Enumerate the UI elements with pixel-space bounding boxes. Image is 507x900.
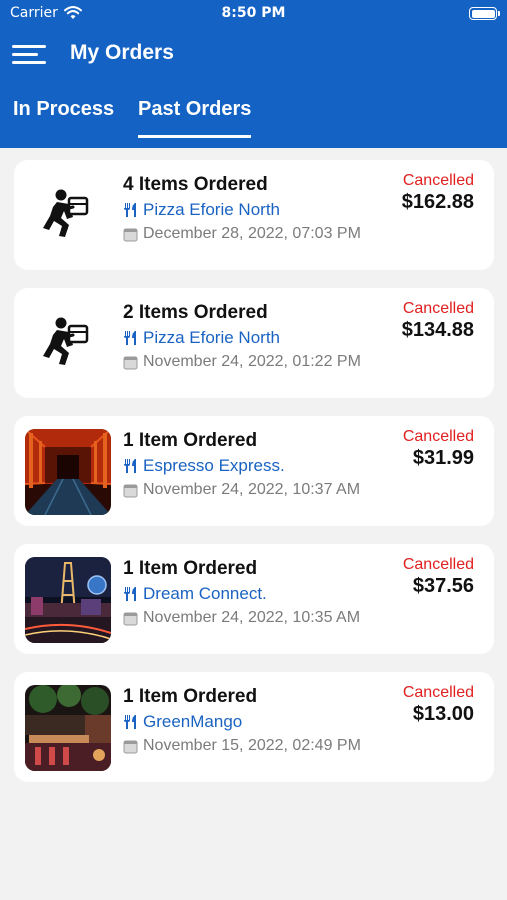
order-summary: Cancelled $134.88 xyxy=(402,300,474,342)
items-count: 1 Item Ordered xyxy=(123,430,258,451)
order-amount: $31.99 xyxy=(412,447,474,469)
order-tabs: In Process Past Orders xyxy=(0,86,507,148)
order-card[interactable]: 1 Item Ordered GreenMango November 15, 2… xyxy=(14,672,494,782)
order-card[interactable]: 1 Item Ordered Dream Connect. November 2… xyxy=(14,544,494,654)
fork-knife-icon xyxy=(124,203,136,217)
order-date: November 24, 2022, 10:35 AM xyxy=(123,609,360,627)
date-label: November 24, 2022, 01:22 PM xyxy=(143,353,361,370)
app-screen: Carrier 8:50 PM My Orders In Process Pas… xyxy=(0,0,507,900)
calendar-icon xyxy=(123,740,138,753)
delivery-icon xyxy=(43,189,89,237)
order-summary: Cancelled $162.88 xyxy=(402,172,474,214)
hamburger-menu-icon[interactable] xyxy=(12,45,46,65)
page-title: My Orders xyxy=(70,41,174,64)
red-corridor-image xyxy=(25,429,111,515)
calendar-icon xyxy=(123,612,138,625)
las-vegas-night-image xyxy=(25,557,111,643)
calendar-icon xyxy=(123,356,138,369)
items-count: 1 Item Ordered xyxy=(123,558,258,579)
delivery-icon xyxy=(43,317,89,365)
battery-icon xyxy=(469,7,500,20)
order-date: December 28, 2022, 07:03 PM xyxy=(123,225,361,243)
order-info: 1 Item Ordered GreenMango November 15, 2… xyxy=(123,686,361,755)
order-amount: $134.88 xyxy=(401,319,474,341)
restaurant-interior-image xyxy=(25,685,111,771)
app-header: Carrier 8:50 PM My Orders In Process Pas… xyxy=(0,0,507,148)
date-label: November 15, 2022, 02:49 PM xyxy=(143,737,361,754)
title-bar: My Orders xyxy=(0,28,507,83)
calendar-icon xyxy=(123,484,138,497)
order-date: November 24, 2022, 01:22 PM xyxy=(123,353,361,371)
status-bar: Carrier 8:50 PM xyxy=(0,0,507,28)
order-summary: Cancelled $37.56 xyxy=(403,556,474,598)
fork-knife-icon xyxy=(124,587,136,601)
date-label: December 28, 2022, 07:03 PM xyxy=(143,225,361,242)
order-amount: $162.88 xyxy=(401,191,474,213)
order-summary: Cancelled $13.00 xyxy=(403,684,474,726)
order-summary: Cancelled $31.99 xyxy=(403,428,474,470)
restaurant-name[interactable]: GreenMango xyxy=(123,712,361,732)
fork-knife-icon xyxy=(124,715,136,729)
status-badge: Cancelled xyxy=(402,300,474,317)
status-badge: Cancelled xyxy=(402,172,474,189)
restaurant-name[interactable]: Dream Connect. xyxy=(123,584,360,604)
fork-knife-icon xyxy=(124,331,136,345)
restaurant-label: Espresso Express. xyxy=(143,456,285,475)
tab-past-orders[interactable]: Past Orders xyxy=(138,98,252,138)
order-card[interactable]: 2 Items Ordered Pizza Eforie North Novem… xyxy=(14,288,494,398)
order-amount: $37.56 xyxy=(412,575,474,597)
orders-list: 4 Items Ordered Pizza Eforie North Decem… xyxy=(0,148,507,782)
order-info: 1 Item Ordered Espresso Express. Novembe… xyxy=(123,430,360,499)
status-time: 8:50 PM xyxy=(221,5,286,21)
restaurant-label: Dream Connect. xyxy=(143,584,267,603)
restaurant-label: Pizza Eforie North xyxy=(143,328,280,347)
order-card[interactable]: 4 Items Ordered Pizza Eforie North Decem… xyxy=(14,160,494,270)
order-amount: $13.00 xyxy=(412,703,474,725)
restaurant-name[interactable]: Pizza Eforie North xyxy=(123,200,361,220)
order-info: 2 Items Ordered Pizza Eforie North Novem… xyxy=(123,302,361,371)
items-count: 2 Items Ordered xyxy=(123,302,268,323)
restaurant-label: GreenMango xyxy=(143,712,243,731)
order-date: November 24, 2022, 10:37 AM xyxy=(123,481,360,499)
status-badge: Cancelled xyxy=(402,428,474,445)
order-date: November 15, 2022, 02:49 PM xyxy=(123,737,361,755)
restaurant-label: Pizza Eforie North xyxy=(143,200,280,219)
date-label: November 24, 2022, 10:37 AM xyxy=(143,481,361,498)
order-info: 1 Item Ordered Dream Connect. November 2… xyxy=(123,558,360,627)
items-count: 1 Item Ordered xyxy=(123,686,258,707)
calendar-icon xyxy=(123,228,138,241)
items-count: 4 Items Ordered xyxy=(123,174,268,195)
status-badge: Cancelled xyxy=(402,556,474,573)
tab-in-process[interactable]: In Process xyxy=(13,98,114,135)
order-info: 4 Items Ordered Pizza Eforie North Decem… xyxy=(123,174,361,243)
order-card[interactable]: 1 Item Ordered Espresso Express. Novembe… xyxy=(14,416,494,526)
date-label: November 24, 2022, 10:35 AM xyxy=(143,609,361,626)
fork-knife-icon xyxy=(124,459,136,473)
status-badge: Cancelled xyxy=(402,684,474,701)
restaurant-name[interactable]: Pizza Eforie North xyxy=(123,328,361,348)
restaurant-name[interactable]: Espresso Express. xyxy=(123,456,360,476)
